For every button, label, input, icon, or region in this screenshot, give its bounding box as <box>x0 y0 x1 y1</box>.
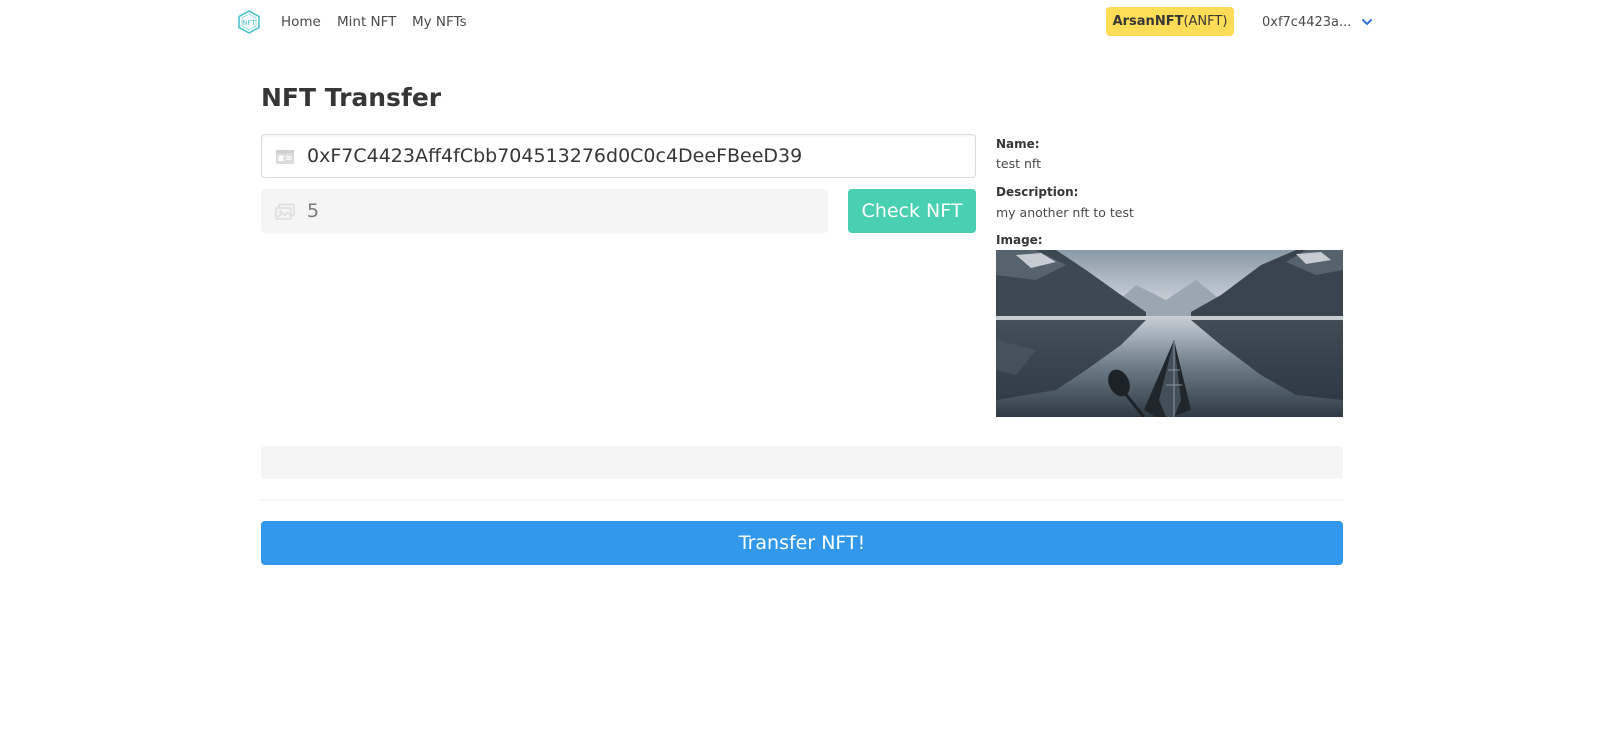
recipient-address-field <box>261 134 976 178</box>
top-navbar: NFT Home Mint NFT My NFTs ArsanNFT(ANFT)… <box>0 0 1600 44</box>
chevron-down-icon <box>1362 19 1373 25</box>
token-name: ArsanNFT <box>1112 14 1184 29</box>
id-card-icon <box>276 150 294 164</box>
token-id-field <box>261 189 828 233</box>
nav-link-home[interactable]: Home <box>281 14 321 30</box>
nft-description-label: Description: <box>996 185 1079 199</box>
check-nft-button[interactable]: Check NFT <box>848 189 976 233</box>
nft-hexagon-logo-icon[interactable]: NFT <box>238 10 260 34</box>
nft-name-value: test nft <box>996 156 1041 171</box>
recipient-address-input[interactable] <box>307 135 965 177</box>
transfer-nft-button[interactable]: Transfer NFT! <box>261 521 1343 565</box>
kayak-fjord-image <box>996 250 1343 417</box>
token-symbol: (ANFT) <box>1183 14 1228 29</box>
nft-name-label: Name: <box>996 137 1040 151</box>
nft-description-value: my another nft to test <box>996 205 1134 220</box>
svg-text:NFT: NFT <box>242 19 256 27</box>
divider <box>261 499 1343 501</box>
token-badge: ArsanNFT(ANFT) <box>1106 7 1234 36</box>
page-title: NFT Transfer <box>261 83 442 112</box>
status-message-bar <box>261 446 1343 479</box>
nft-image-label: Image: <box>996 233 1043 247</box>
nav-link-my-nfts[interactable]: My NFTs <box>412 14 467 30</box>
account-address: 0xf7c4423a... <box>1262 14 1352 30</box>
account-dropdown[interactable]: 0xf7c4423a... <box>1262 13 1374 31</box>
nav-link-mint-nft[interactable]: Mint NFT <box>337 14 396 30</box>
token-id-input[interactable] <box>307 190 817 232</box>
images-icon <box>275 203 295 220</box>
nft-image <box>996 250 1343 417</box>
